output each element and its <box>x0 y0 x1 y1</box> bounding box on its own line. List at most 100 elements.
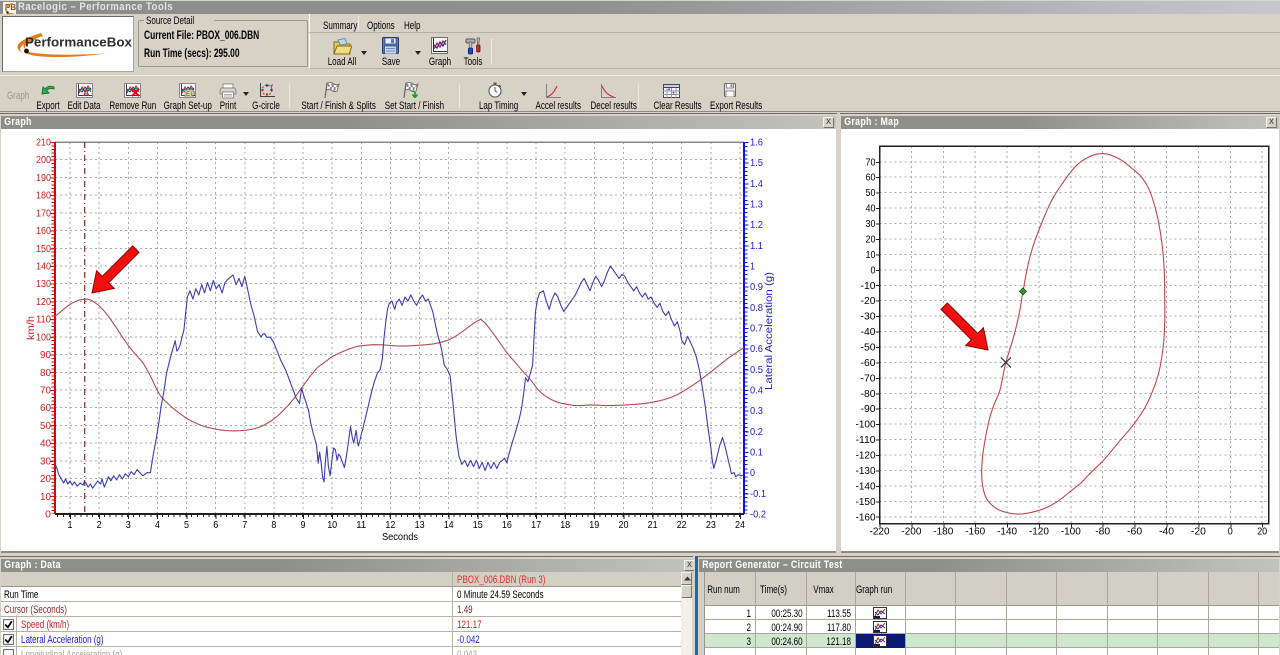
svg-text:-50: -50 <box>861 342 876 354</box>
svg-text:1.4: 1.4 <box>750 178 763 190</box>
svg-text:60: 60 <box>40 402 51 414</box>
svg-text:1.3: 1.3 <box>750 199 763 211</box>
svg-text:Seconds: Seconds <box>382 531 418 543</box>
svg-text:-130: -130 <box>856 465 876 477</box>
svg-text:19: 19 <box>589 519 599 531</box>
svg-text:-0.2: -0.2 <box>750 509 766 521</box>
svg-text:-120: -120 <box>1029 526 1049 538</box>
svg-text:8: 8 <box>271 519 276 531</box>
svg-text:-100: -100 <box>1061 526 1081 538</box>
svg-text:40: 40 <box>866 203 876 215</box>
svg-text:-180: -180 <box>933 526 953 538</box>
svg-text:130: 130 <box>36 278 51 290</box>
svg-text:-140: -140 <box>997 526 1017 538</box>
svg-text:23: 23 <box>706 519 716 531</box>
svg-text:-90: -90 <box>861 403 876 415</box>
svg-text:80: 80 <box>40 367 51 379</box>
svg-text:30: 30 <box>866 218 876 230</box>
svg-text:-110: -110 <box>856 434 876 446</box>
svg-text:-100: -100 <box>856 419 876 431</box>
svg-text:210: 210 <box>36 137 51 149</box>
svg-text:150: 150 <box>36 243 51 255</box>
svg-text:Lateral Acceleration (g): Lateral Acceleration (g) <box>763 272 775 390</box>
svg-text:200: 200 <box>36 154 51 166</box>
svg-text:-150: -150 <box>856 496 876 508</box>
svg-text:90: 90 <box>40 349 51 361</box>
svg-text:0.7: 0.7 <box>750 323 763 335</box>
svg-text:13: 13 <box>415 519 425 531</box>
svg-text:0.9: 0.9 <box>750 281 763 293</box>
svg-text:-80: -80 <box>861 388 876 400</box>
svg-text:4: 4 <box>155 519 160 531</box>
svg-text:160: 160 <box>36 225 51 237</box>
svg-text:20: 20 <box>1257 526 1267 538</box>
svg-text:-60: -60 <box>861 357 876 369</box>
svg-text:110: 110 <box>36 314 51 326</box>
svg-text:1.1: 1.1 <box>750 240 763 252</box>
svg-text:0: 0 <box>1228 526 1233 538</box>
svg-text:-10: -10 <box>861 280 876 292</box>
svg-text:0: 0 <box>45 509 51 521</box>
svg-text:10: 10 <box>866 249 876 261</box>
svg-text:-140: -140 <box>856 480 876 492</box>
svg-text:20: 20 <box>619 519 629 531</box>
svg-text:21: 21 <box>648 519 658 531</box>
svg-text:60: 60 <box>866 172 876 184</box>
svg-text:3: 3 <box>126 519 131 531</box>
svg-text:-160: -160 <box>856 511 876 523</box>
svg-text:15: 15 <box>473 519 483 531</box>
svg-text:100: 100 <box>36 331 51 343</box>
svg-text:0.1: 0.1 <box>750 447 763 459</box>
svg-text:18: 18 <box>560 519 570 531</box>
svg-text:24: 24 <box>735 519 745 531</box>
svg-text:-120: -120 <box>856 450 876 462</box>
svg-text:70: 70 <box>866 156 876 168</box>
svg-text:14: 14 <box>444 519 454 531</box>
svg-text:40: 40 <box>40 438 51 450</box>
svg-text:120: 120 <box>36 296 51 308</box>
svg-text:-80: -80 <box>1095 526 1110 538</box>
svg-text:170: 170 <box>36 207 51 219</box>
svg-text:9: 9 <box>301 519 306 531</box>
svg-text:EU: EU <box>186 91 195 98</box>
svg-text:1.2: 1.2 <box>750 219 763 231</box>
svg-text:-0.1: -0.1 <box>750 488 766 500</box>
svg-text:0.3: 0.3 <box>750 405 763 417</box>
svg-text:0.4: 0.4 <box>750 385 763 397</box>
svg-text:12: 12 <box>385 519 395 531</box>
svg-text:20: 20 <box>866 234 876 246</box>
svg-text:1: 1 <box>68 519 73 531</box>
svg-text:10: 10 <box>327 519 337 531</box>
svg-text:-160: -160 <box>965 526 985 538</box>
svg-text:-60: -60 <box>1127 526 1142 538</box>
svg-text:6: 6 <box>213 519 218 531</box>
svg-text:A: A <box>83 88 90 98</box>
svg-text:PerformanceBox: PerformanceBox <box>25 35 133 50</box>
svg-text:50: 50 <box>40 420 51 432</box>
svg-text:5: 5 <box>184 519 189 531</box>
svg-text:km/h: km/h <box>25 316 37 340</box>
svg-text:20: 20 <box>40 473 51 485</box>
svg-text:-30: -30 <box>861 311 876 323</box>
svg-text:7: 7 <box>242 519 247 531</box>
svg-text:0.8: 0.8 <box>750 302 763 314</box>
svg-text:16: 16 <box>502 519 512 531</box>
svg-text:0: 0 <box>750 467 755 479</box>
svg-text:-40: -40 <box>861 326 876 338</box>
svg-text:-70: -70 <box>861 372 876 384</box>
svg-text:1: 1 <box>750 261 755 273</box>
svg-text:-220: -220 <box>870 526 890 538</box>
svg-text:140: 140 <box>36 261 51 273</box>
svg-text:1.5: 1.5 <box>750 157 763 169</box>
svg-text:10: 10 <box>40 491 51 503</box>
svg-text:0.5: 0.5 <box>750 364 763 376</box>
svg-text:17: 17 <box>531 519 541 531</box>
svg-text:0.2: 0.2 <box>750 426 763 438</box>
svg-text:70: 70 <box>40 385 51 397</box>
svg-text:11: 11 <box>356 519 366 531</box>
svg-text:22: 22 <box>677 519 687 531</box>
svg-text:-20: -20 <box>861 295 876 307</box>
svg-text:0.6: 0.6 <box>750 343 763 355</box>
svg-text:50: 50 <box>866 187 876 199</box>
svg-text:30: 30 <box>40 455 51 467</box>
